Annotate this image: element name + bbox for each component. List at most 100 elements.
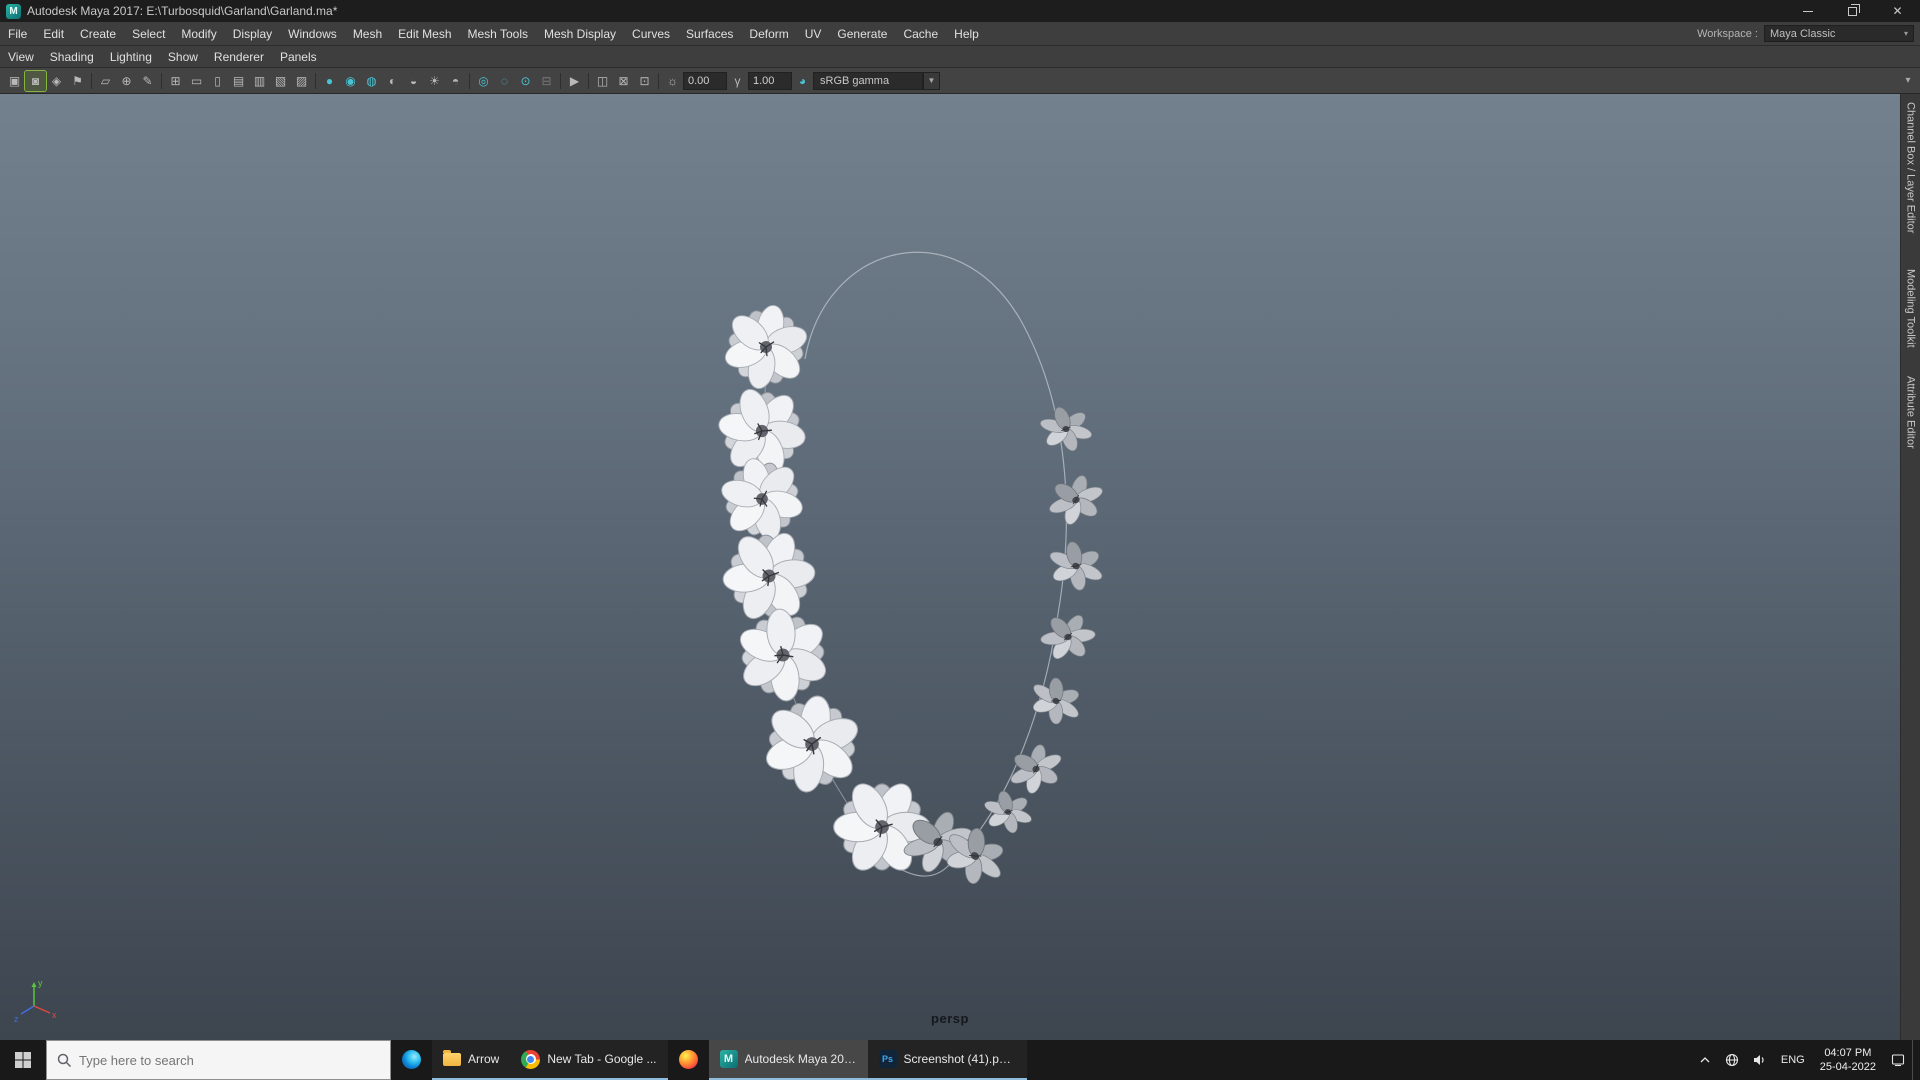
taskbar-button-label: Screenshot (41).pn...	[903, 1052, 1016, 1066]
tab-channel-box-layer-editor[interactable]: Channel Box / Layer Editor	[1905, 102, 1917, 233]
panel-menu-renderer[interactable]: Renderer	[206, 46, 272, 68]
start-button[interactable]	[0, 1040, 46, 1080]
tab-modeling-toolkit[interactable]: Modeling Toolkit	[1905, 269, 1917, 348]
safe-action-icon[interactable]: ▧	[270, 71, 291, 91]
tray-language-button[interactable]: ENG	[1774, 1040, 1812, 1080]
taskbar-search[interactable]	[46, 1040, 391, 1080]
menu-mesh-tools[interactable]: Mesh Tools	[460, 23, 536, 45]
lights-icon[interactable]: ☀	[424, 71, 445, 91]
menu-help[interactable]: Help	[946, 23, 987, 45]
menu-modify[interactable]: Modify	[173, 23, 224, 45]
camera-attributes-icon[interactable]: ◈	[46, 71, 67, 91]
grease-pencil-icon[interactable]: ✎	[137, 71, 158, 91]
textured-icon[interactable]: ◐	[382, 71, 403, 91]
2d-pan-zoom-icon[interactable]: ⊕	[116, 71, 137, 91]
taskbar-button-label: New Tab - Google ...	[547, 1052, 657, 1066]
use-default-material-icon[interactable]: ◒	[403, 71, 424, 91]
menu-cache[interactable]: Cache	[895, 23, 946, 45]
search-input[interactable]	[78, 1052, 380, 1068]
minimize-button[interactable]	[1785, 0, 1830, 22]
tray-chevron-button[interactable]	[1692, 1040, 1718, 1080]
menu-surfaces[interactable]: Surfaces	[678, 23, 741, 45]
taskbar-chrome-button[interactable]: New Tab - Google ...	[510, 1040, 668, 1080]
close-button[interactable]: ✕	[1875, 0, 1920, 22]
menu-deform[interactable]: Deform	[741, 23, 796, 45]
menu-edit[interactable]: Edit	[35, 23, 72, 45]
bookmark-icon[interactable]: ⚑	[67, 71, 88, 91]
taskbar-button-label: Arrow	[468, 1052, 500, 1066]
xray-icon[interactable]: ◫	[592, 71, 613, 91]
panel-menu-show[interactable]: Show	[160, 46, 206, 68]
garland-flowers[interactable]	[699, 296, 1113, 898]
resolution-gate-icon[interactable]: ▯	[207, 71, 228, 91]
multisample-icon[interactable]: ⊙	[515, 71, 536, 91]
isolate-select-icon[interactable]: ▶	[564, 71, 585, 91]
wireframe-on-shaded-icon[interactable]: ◍	[361, 71, 382, 91]
menu-file[interactable]: File	[0, 23, 35, 45]
taskbar-button-label: Autodesk Maya 201...	[744, 1052, 857, 1066]
menu-select[interactable]: Select	[124, 23, 173, 45]
exposure-icon[interactable]: ☼	[662, 71, 683, 91]
menu-curves[interactable]: Curves	[624, 23, 678, 45]
menu-uv[interactable]: UV	[797, 23, 830, 45]
toolbar-separator	[161, 72, 162, 89]
tray-volume-button[interactable]	[1746, 1040, 1774, 1080]
taskbar-firefox-button[interactable]	[668, 1040, 709, 1080]
sequence-time-icon[interactable]: ⊟	[536, 71, 557, 91]
shadows-icon[interactable]: ◓	[445, 71, 466, 91]
flower-object	[1039, 465, 1113, 535]
taskbar-photoshop-button[interactable]: Ps Screenshot (41).pn...	[867, 1040, 1027, 1080]
tray-clock-button[interactable]: 04:07 PM 25-04-2022	[1812, 1046, 1884, 1074]
view-transform-dropdown-icon[interactable]: ▼	[923, 71, 940, 90]
menu-mesh-display[interactable]: Mesh Display	[536, 23, 624, 45]
flower-object	[714, 296, 818, 398]
workspace-area: Workspace : Maya Classic ▾	[1697, 25, 1920, 42]
tray-network-button[interactable]	[1718, 1040, 1746, 1080]
menu-mesh[interactable]: Mesh	[345, 23, 390, 45]
ssao-icon[interactable]: ◎	[473, 71, 494, 91]
view-transform-select[interactable]: sRGB gamma	[813, 71, 923, 90]
safe-title-icon[interactable]: ▨	[291, 71, 312, 91]
panel-menu-shading[interactable]: Shading	[42, 46, 102, 68]
menu-create[interactable]: Create	[72, 23, 124, 45]
menu-generate[interactable]: Generate	[829, 23, 895, 45]
firefox-icon	[678, 1049, 698, 1069]
gamma-icon[interactable]: γ	[727, 71, 748, 91]
image-plane-icon[interactable]: ▱	[95, 71, 116, 91]
menu-display[interactable]: Display	[225, 23, 280, 45]
gate-mask-icon[interactable]: ▤	[228, 71, 249, 91]
smooth-shade-icon[interactable]: ◉	[340, 71, 361, 91]
film-gate-icon[interactable]: ▭	[186, 71, 207, 91]
gamma-field[interactable]	[748, 71, 792, 90]
toolbar-separator	[588, 72, 589, 89]
viewport-canvas[interactable]	[0, 94, 1900, 1040]
action-center-button[interactable]	[1884, 1040, 1912, 1080]
menu-windows[interactable]: Windows	[280, 23, 345, 45]
restore-button[interactable]	[1830, 0, 1875, 22]
menu-edit-mesh[interactable]: Edit Mesh	[390, 23, 459, 45]
panel-menu-view[interactable]: View	[0, 46, 42, 68]
flower-object	[717, 589, 849, 721]
toolbar-overflow-icon[interactable]: ▾	[1900, 71, 1916, 91]
show-desktop-button[interactable]	[1912, 1040, 1920, 1080]
workspace-select[interactable]: Maya Classic ▾	[1764, 25, 1914, 42]
perspective-viewport[interactable]: y x z persp	[0, 94, 1900, 1040]
taskbar-maya-button[interactable]: M Autodesk Maya 201...	[708, 1040, 868, 1080]
shaded-display-icon[interactable]: ●	[319, 71, 340, 91]
tab-attribute-editor[interactable]: Attribute Editor	[1905, 376, 1917, 449]
select-camera-icon[interactable]: ▣	[4, 71, 25, 91]
system-tray: ENG 04:07 PM 25-04-2022	[1692, 1040, 1920, 1080]
lock-camera-icon[interactable]: ◙	[24, 69, 47, 92]
panel-menu-lighting[interactable]: Lighting	[102, 46, 160, 68]
panel-menu-panels[interactable]: Panels	[272, 46, 325, 68]
xray-joints-icon[interactable]: ⊠	[613, 71, 634, 91]
taskbar-explorer-button[interactable]: Arrow	[432, 1040, 511, 1080]
taskbar-edge-button[interactable]	[391, 1040, 432, 1080]
field-chart-icon[interactable]: ▥	[249, 71, 270, 91]
main-area: y x z persp Channel Box / Layer Editor M…	[0, 94, 1920, 1040]
view-transform-toggle-icon[interactable]: ◕	[792, 71, 813, 91]
motion-blur-icon[interactable]: ◌	[494, 71, 515, 91]
xray-active-icon[interactable]: ⊡	[634, 71, 655, 91]
exposure-field[interactable]	[683, 71, 727, 90]
grid-icon[interactable]: ⊞	[165, 71, 186, 91]
